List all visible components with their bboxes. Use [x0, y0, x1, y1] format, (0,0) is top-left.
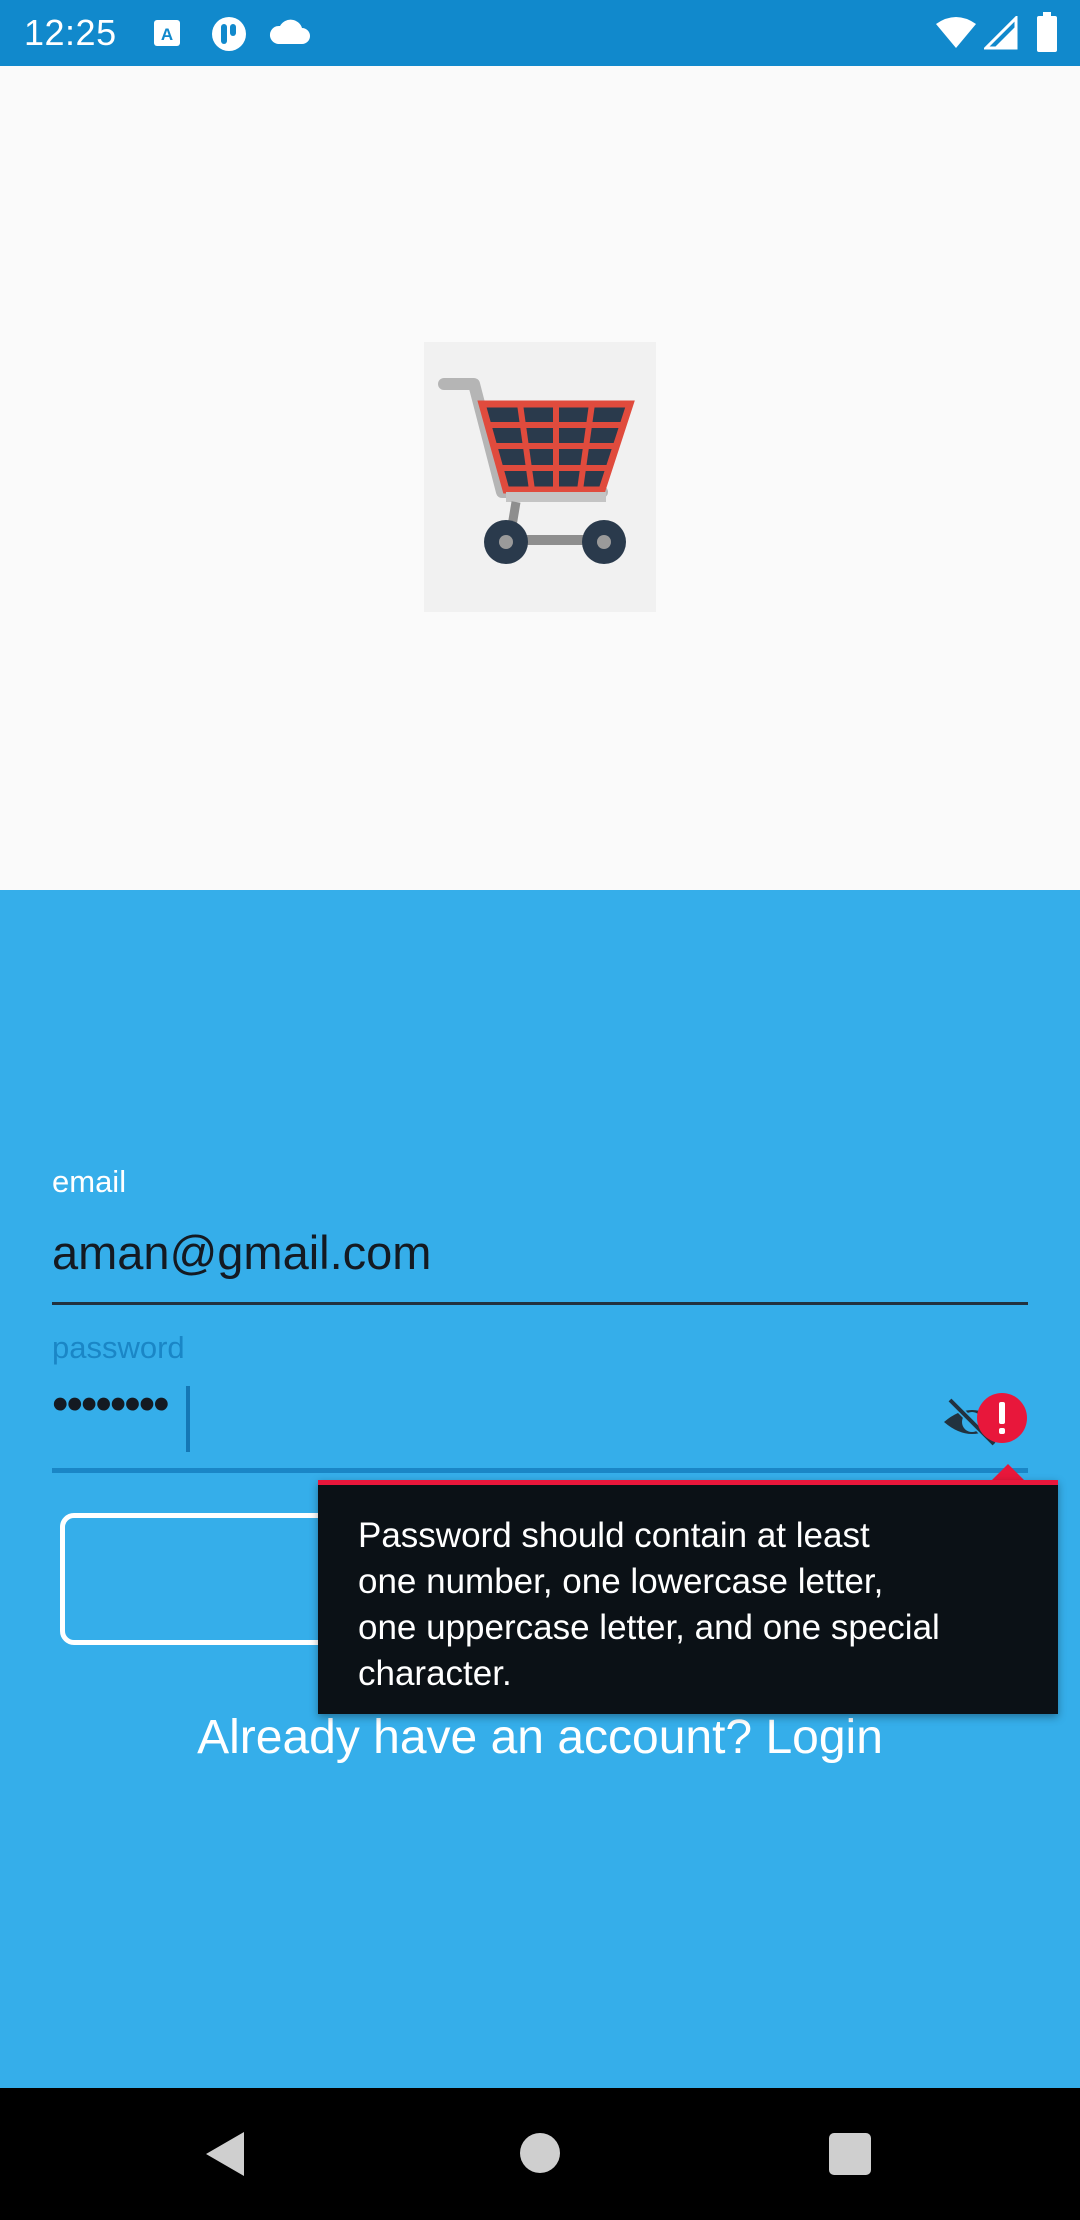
tooltip-line: one uppercase letter, and one special: [358, 1608, 940, 1647]
shopping-cart-icon: [424, 342, 656, 612]
status-time: 12:25: [24, 12, 117, 53]
tooltip-line: one number, one lowercase letter,: [358, 1562, 884, 1601]
a-icon: A: [154, 20, 180, 46]
logo-area: [0, 66, 1080, 890]
tooltip-arrow: [992, 1464, 1024, 1480]
text-cursor: [186, 1386, 190, 1452]
home-icon[interactable]: [520, 2133, 560, 2173]
back-icon[interactable]: [204, 2130, 246, 2178]
login-link[interactable]: Already have an account? Login: [0, 1710, 1080, 1765]
email-label: email: [52, 1164, 127, 1199]
tooltip-line: character.: [358, 1654, 512, 1693]
battery-icon: [1037, 12, 1057, 52]
navigation-bar: [0, 2088, 1080, 2220]
status-bar: 12:25 A: [0, 0, 1080, 66]
wifi-icon: [936, 17, 976, 48]
password-underline: [52, 1468, 1028, 1473]
pocket-icon: [212, 17, 246, 51]
email-underline: [52, 1302, 1028, 1305]
password-label: password: [52, 1330, 185, 1365]
svg-text:A: A: [161, 25, 173, 44]
cloud-icon: [269, 19, 310, 44]
recents-icon[interactable]: [829, 2133, 871, 2175]
password-field[interactable]: ••••••••: [52, 1376, 170, 1431]
signal-icon: [984, 16, 1018, 50]
tooltip-line: Password should contain at least: [358, 1516, 870, 1555]
email-field[interactable]: aman@gmail.com: [52, 1225, 431, 1280]
error-icon: [977, 1393, 1027, 1443]
password-error-tooltip: Password should contain at least one num…: [318, 1480, 1058, 1714]
